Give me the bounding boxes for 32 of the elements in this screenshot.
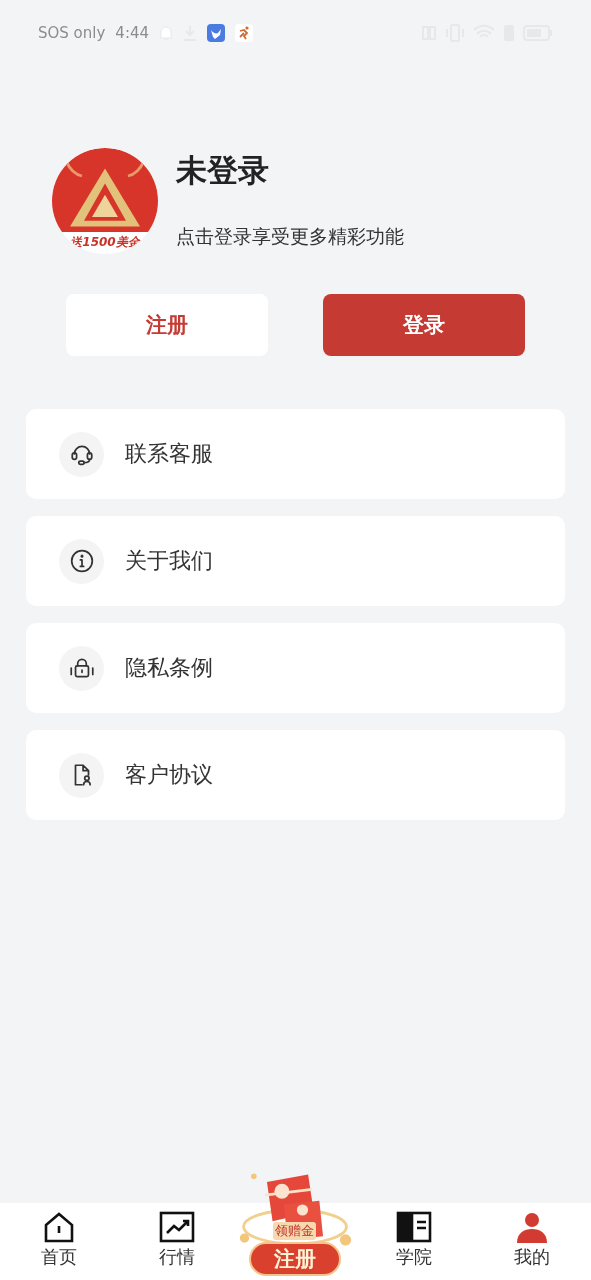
login-status-title: 未登录: [176, 151, 270, 190]
promo-badge[interactable]: 领赠金 注册: [237, 1170, 353, 1278]
nav-tab[interactable]: 首页: [0, 1203, 119, 1280]
chart-icon: [159, 1211, 196, 1243]
nav-label: 我的: [513, 1245, 550, 1269]
status-text: SOS only: [38, 24, 106, 42]
home-icon: [43, 1211, 76, 1243]
nav-tab[interactable]: 我的: [472, 1203, 591, 1280]
menu-item[interactable]: 客户协议: [26, 730, 565, 820]
info-icon: [68, 548, 95, 574]
menu-label: 联系客服: [125, 440, 213, 468]
person-icon: [515, 1211, 548, 1243]
menu-item[interactable]: 关于我们: [26, 516, 565, 606]
menu-item[interactable]: 隐私条例: [26, 623, 565, 713]
nav-tab[interactable]: 学院: [354, 1203, 473, 1280]
menu-item[interactable]: 联系客服: [26, 409, 565, 499]
login-button[interactable]: 登录: [323, 294, 525, 356]
menu-label: 客户协议: [125, 761, 213, 789]
runner-app-icon: [235, 24, 254, 42]
nav-tab[interactable]: 行情: [118, 1203, 237, 1280]
nav-label: 首页: [41, 1245, 78, 1269]
status-time: 4:44: [115, 24, 150, 42]
login-hint: 点击登录享受更多精彩功能: [176, 224, 404, 249]
menu-label: 隐私条例: [125, 654, 213, 682]
nav-label: 学院: [395, 1245, 432, 1269]
promo-register-label: 注册: [249, 1242, 341, 1276]
menu-label: 关于我们: [125, 547, 213, 575]
bird-app-icon: [207, 24, 226, 42]
promo-caption: 领赠金: [273, 1222, 316, 1240]
nav-label: 行情: [159, 1245, 196, 1269]
register-button[interactable]: 注册: [66, 294, 268, 356]
book-icon: [395, 1211, 432, 1243]
